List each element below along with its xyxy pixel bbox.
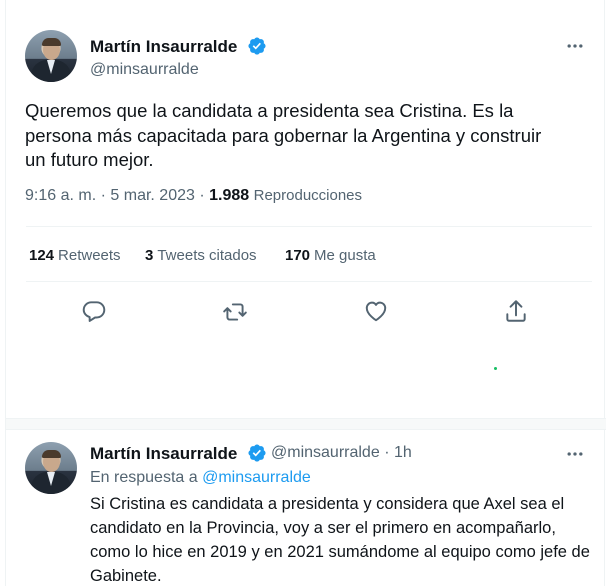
reply-handle-line: @minsaurralde · 1h (271, 444, 412, 461)
decorative-dot (494, 367, 497, 370)
tweet-date[interactable]: 5 mar. 2023 (110, 187, 195, 204)
retweets-count: 124 (29, 247, 55, 264)
retweet-icon[interactable] (222, 299, 248, 325)
verified-badge-icon (248, 37, 266, 55)
tweet-panel: Martín Insaurralde @minsaurralde Queremo… (5, 0, 606, 586)
quotes-label: Tweets citados (157, 247, 257, 264)
author-handle[interactable]: @minsaurralde (90, 61, 199, 79)
tweet-text: Queremos que la candidata a presidenta s… (25, 100, 542, 170)
reply-text: Si Cristina es candidata a presidenta y … (90, 495, 590, 585)
replying-to: En respuesta a @minsaurralde (90, 469, 311, 487)
likes-stat[interactable]: 170 Me gusta (285, 247, 376, 264)
tweet-time[interactable]: 9:16 a. m. (25, 187, 96, 204)
quotes-count: 3 (145, 247, 154, 264)
replying-to-prefix: En respuesta a (90, 469, 198, 486)
share-icon[interactable] (503, 298, 529, 324)
views-count: 1.988 (209, 187, 250, 204)
author-avatar[interactable] (25, 30, 77, 82)
replying-to-handle[interactable]: @minsaurralde (202, 469, 311, 486)
likes-label: Me gusta (314, 247, 376, 264)
retweets-stat[interactable]: 124 Retweets (29, 247, 121, 264)
more-options-icon[interactable] (565, 36, 585, 56)
divider-middle (26, 281, 592, 282)
likes-count: 170 (285, 247, 311, 264)
reply-icon[interactable] (81, 298, 107, 324)
quotes-stat[interactable]: 3 Tweets citados (145, 247, 257, 264)
tweet-meta: 9:16 a. m. · 5 mar. 2023 · 1.988 Reprodu… (25, 187, 363, 204)
reply-time-ago[interactable]: 1h (394, 444, 412, 461)
retweets-label: Retweets (58, 247, 121, 264)
tweet-separator (6, 418, 606, 430)
views-label: Reproducciones (253, 187, 363, 204)
divider-top (26, 226, 592, 227)
reply-author-name[interactable]: Martín Insaurralde (90, 444, 237, 464)
reply-verified-badge-icon (248, 444, 266, 462)
like-icon[interactable] (363, 298, 389, 324)
reply-author-handle[interactable]: @minsaurralde (271, 444, 380, 461)
reply-author-avatar[interactable] (25, 442, 77, 494)
author-name[interactable]: Martín Insaurralde (90, 37, 237, 57)
reply-more-options-icon[interactable] (565, 444, 585, 464)
